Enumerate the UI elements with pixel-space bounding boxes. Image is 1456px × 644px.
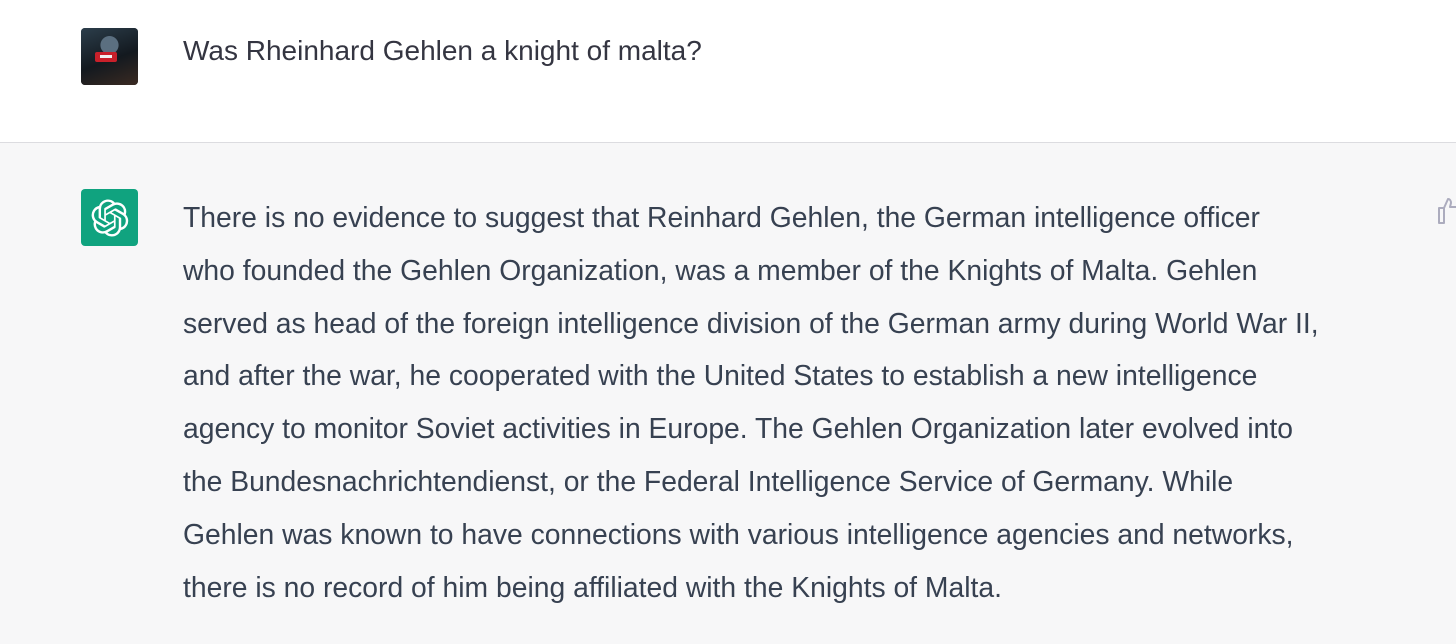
thumbs-up-icon xyxy=(1438,198,1456,224)
avatar-badge xyxy=(95,52,117,62)
assistant-avatar xyxy=(81,189,138,246)
openai-logo-icon xyxy=(91,198,128,237)
assistant-message-text: There is no evidence to suggest that Rei… xyxy=(183,191,1433,613)
user-message-text: Was Rheinhard Gehlen a knight of malta? xyxy=(183,35,702,66)
assistant-message-line: There is no evidence to suggest that Rei… xyxy=(183,201,1260,233)
chat-page: Was Rheinhard Gehlen a knight of malta? … xyxy=(0,0,1456,644)
thumbs-up-button[interactable] xyxy=(1437,195,1456,225)
assistant-message-line: who founded the Gehlen Organization, was… xyxy=(183,253,1258,286)
assistant-message-line: agency to monitor Soviet activities in E… xyxy=(183,412,1293,445)
assistant-message-line: served as head of the foreign intelligen… xyxy=(183,306,1319,339)
assistant-message-line: and after the war, he cooperated with th… xyxy=(183,359,1258,392)
user-message-row: Was Rheinhard Gehlen a knight of malta? xyxy=(0,0,1456,143)
assistant-message-line: the Bundesnachrichtendienst, or the Fede… xyxy=(183,464,1234,497)
assistant-message-line: there is no record of him being affiliat… xyxy=(183,570,1002,603)
user-avatar xyxy=(81,28,138,85)
assistant-message-line: Gehlen was known to have connections wit… xyxy=(183,517,1294,550)
assistant-message-row: There is no evidence to suggest that Rei… xyxy=(0,143,1456,644)
